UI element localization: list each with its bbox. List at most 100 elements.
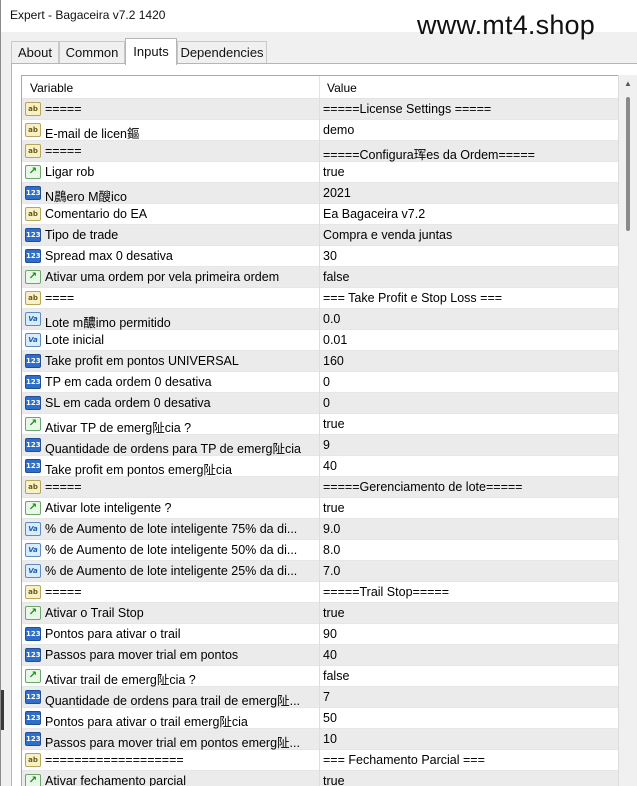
table-row[interactable]: 123 Tipo de trade Compra e venda juntas <box>22 225 618 246</box>
table-row[interactable]: Va % de Aumento de lote inteligente 50% d… <box>22 540 618 561</box>
variable-name-cell: Lote m醲imo permitido <box>45 316 171 330</box>
string-type-icon: ab <box>25 480 41 494</box>
value-cell[interactable]: 8.0 <box>323 543 613 557</box>
cell-divider <box>319 414 320 435</box>
value-cell[interactable]: 40 <box>323 648 613 662</box>
value-cell[interactable]: demo <box>323 123 613 137</box>
tab-dependencies[interactable]: Dependencies <box>177 41 267 65</box>
cell-divider <box>319 267 320 288</box>
table-row[interactable]: 123 Pontos para ativar o trail 90 <box>22 624 618 645</box>
table-row[interactable]: 123 Passos para mover trial em pontos eme… <box>22 729 618 750</box>
table-row[interactable]: 123 N鷐ero M醙ico 2021 <box>22 183 618 204</box>
tab-about[interactable]: About <box>11 41 59 65</box>
table-body: ab ===== =====License Settings ===== ab E-ma… <box>22 99 618 786</box>
value-cell[interactable]: 160 <box>323 354 613 368</box>
variable-name-cell: Comentario do EA <box>45 207 148 221</box>
table-row[interactable]: ↗ Ativar trail de emerg阯cia ? false <box>22 666 618 687</box>
variable-name-cell: Ativar o Trail Stop <box>45 606 144 620</box>
value-cell[interactable]: 0.01 <box>323 333 613 347</box>
value-cell[interactable]: =====Configura珲es da Ordem===== <box>323 144 613 163</box>
value-cell[interactable]: true <box>323 417 613 431</box>
table-row[interactable]: ab ===== =====Configura珲es da Ordem===== <box>22 141 618 162</box>
table-row[interactable]: ↗ Ativar TP de emerg阯cia ? true <box>22 414 618 435</box>
cell-divider <box>319 750 320 771</box>
table-row[interactable]: 123 Quantidade de ordens para trail de em… <box>22 687 618 708</box>
value-cell[interactable]: === Fechamento Parcial === <box>323 753 613 767</box>
value-cell[interactable]: =====Trail Stop===== <box>323 585 613 599</box>
left-edge-marker <box>1 690 4 730</box>
cell-divider <box>319 162 320 183</box>
value-cell[interactable]: === Take Profit e Stop Loss === <box>323 291 613 305</box>
variable-name-cell: % de Aumento de lote inteligente 25% da … <box>45 564 298 578</box>
table-row[interactable]: ↗ Ativar o Trail Stop true <box>22 603 618 624</box>
value-cell[interactable]: 0.0 <box>323 312 613 326</box>
variable-name-cell: % de Aumento de lote inteligente 50% da … <box>45 543 298 557</box>
value-cell[interactable]: 7 <box>323 690 613 704</box>
table-row[interactable]: ab E-mail de licen鏂 demo <box>22 120 618 141</box>
scrollbar-thumb[interactable] <box>626 97 630 231</box>
column-header-variable[interactable]: Variable <box>30 81 73 95</box>
value-cell[interactable]: 40 <box>323 459 613 473</box>
table-row[interactable]: Va % de Aumento de lote inteligente 75% d… <box>22 519 618 540</box>
table-row[interactable]: 123 Pontos para ativar o trail emerg阯cia 5… <box>22 708 618 729</box>
variable-name-cell: Tipo de trade <box>45 228 119 242</box>
value-cell[interactable]: true <box>323 165 613 179</box>
vertical-scrollbar[interactable]: ▲ <box>618 75 637 786</box>
value-cell[interactable]: 50 <box>323 711 613 725</box>
double-type-icon: Va <box>25 333 41 347</box>
table-row[interactable]: 123 TP em cada ordem 0 desativa 0 <box>22 372 618 393</box>
table-row[interactable]: Va Lote m醲imo permitido 0.0 <box>22 309 618 330</box>
tab-common[interactable]: Common <box>59 41 125 65</box>
string-type-icon: ab <box>25 102 41 116</box>
table-row[interactable]: Va Lote inicial 0.01 <box>22 330 618 351</box>
scroll-up-icon[interactable]: ▲ <box>624 79 632 88</box>
value-cell[interactable]: Ea Bagaceira v7.2 <box>323 207 613 221</box>
table-row[interactable]: 123 Quantidade de ordens para TP de emerg… <box>22 435 618 456</box>
table-row[interactable]: ab ==== === Take Profit e Stop Loss === <box>22 288 618 309</box>
value-cell[interactable]: false <box>323 270 613 284</box>
value-cell[interactable]: 30 <box>323 249 613 263</box>
table-row[interactable]: ↗ Ligar rob true <box>22 162 618 183</box>
value-cell[interactable]: 0 <box>323 396 613 410</box>
table-row[interactable]: 123 SL em cada ordem 0 desativa 0 <box>22 393 618 414</box>
value-cell[interactable]: 7.0 <box>323 564 613 578</box>
table-row[interactable]: ab ===== =====Trail Stop===== <box>22 582 618 603</box>
value-cell[interactable]: 9 <box>323 438 613 452</box>
table-row[interactable]: ab ===== =====License Settings ===== <box>22 99 618 120</box>
value-cell[interactable]: true <box>323 774 613 786</box>
double-type-icon: Va <box>25 522 41 536</box>
variable-name-cell: ===== <box>45 585 82 599</box>
column-header-value[interactable]: Value <box>327 81 357 95</box>
variable-name-cell: TP em cada ordem 0 desativa <box>45 375 212 389</box>
value-cell[interactable]: 0 <box>323 375 613 389</box>
value-cell[interactable]: =====Gerenciamento de lote===== <box>323 480 613 494</box>
table-header: Variable Value <box>22 76 618 99</box>
variable-name-cell: N鷐ero M醙ico <box>45 190 127 204</box>
table-row[interactable]: ↗ Ativar uma ordem por vela primeira orde… <box>22 267 618 288</box>
value-cell[interactable]: false <box>323 669 613 683</box>
table-row[interactable]: 123 Passos para mover trial em pontos 40 <box>22 645 618 666</box>
table-row[interactable]: 123 Take profit em pontos emerg阯cia 40 <box>22 456 618 477</box>
value-cell[interactable]: 10 <box>323 732 613 746</box>
table-row[interactable]: 123 Spread max 0 desativa 30 <box>22 246 618 267</box>
value-cell[interactable]: 2021 <box>323 186 613 200</box>
value-cell[interactable]: 90 <box>323 627 613 641</box>
table-row[interactable]: ab Comentario do EA Ea Bagaceira v7.2 <box>22 204 618 225</box>
table-row[interactable]: ab =================== === Fechamento Parc… <box>22 750 618 771</box>
table-row[interactable]: ab ===== =====Gerenciamento de lote===== <box>22 477 618 498</box>
column-divider[interactable] <box>319 76 320 99</box>
variable-name-cell: ===== <box>45 480 82 494</box>
cell-divider <box>319 708 320 729</box>
value-cell[interactable]: true <box>323 501 613 515</box>
value-cell[interactable]: 9.0 <box>323 522 613 536</box>
table-row[interactable]: 123 Take profit em pontos UNIVERSAL 160 <box>22 351 618 372</box>
value-cell[interactable]: =====License Settings ===== <box>323 102 613 116</box>
value-cell[interactable]: Compra e venda juntas <box>323 228 613 242</box>
variable-name-cell: ===== <box>45 102 82 116</box>
tab-inputs[interactable]: Inputs <box>125 38 177 65</box>
integer-type-icon: 123 <box>25 186 41 200</box>
table-row[interactable]: Va % de Aumento de lote inteligente 25% d… <box>22 561 618 582</box>
table-row[interactable]: ↗ Ativar fechamento parcial true <box>22 771 618 786</box>
table-row[interactable]: ↗ Ativar lote inteligente ? true <box>22 498 618 519</box>
value-cell[interactable]: true <box>323 606 613 620</box>
